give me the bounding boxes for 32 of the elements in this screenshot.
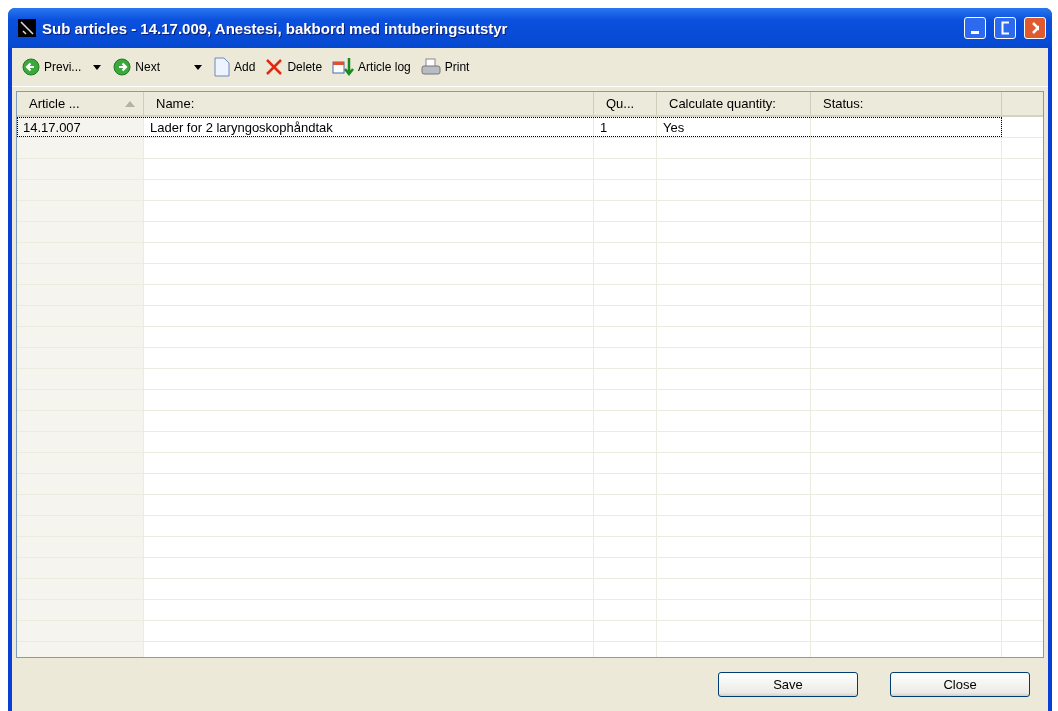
column-header[interactable]: Name:	[144, 92, 594, 115]
dropdown-caret-icon[interactable]	[194, 64, 203, 70]
maximize-button[interactable]	[994, 17, 1016, 39]
toolbar-button[interactable]: Previ...	[18, 56, 86, 78]
table-cell: 1	[594, 117, 657, 137]
save-button[interactable]: Save	[718, 672, 858, 697]
window-title: Sub articles - 14.17.009, Anestesi, bakbord med intuberingsutstyr	[42, 19, 509, 37]
minimize-icon	[971, 30, 979, 34]
column-header[interactable]: Qu...	[594, 92, 657, 115]
toolbar-button[interactable]: Article log	[328, 55, 415, 79]
toolbar-button[interactable]: Add	[210, 55, 260, 79]
toolbar-button[interactable]: Next	[109, 56, 165, 78]
column-header[interactable]: Calculate quantity:	[657, 92, 811, 115]
printer-icon	[420, 57, 441, 77]
column-header[interactable]: Article ...	[17, 92, 144, 115]
delete-icon	[265, 58, 284, 76]
maximize-icon	[1001, 21, 1009, 35]
calendar-arrow-icon	[332, 57, 355, 77]
toolbar-button[interactable]: Print	[416, 55, 474, 79]
close-button[interactable]: Close	[890, 672, 1030, 697]
table-cell: 14.17.007	[17, 117, 144, 137]
column-header[interactable]: Status:	[811, 92, 1002, 115]
dropdown-caret-icon[interactable]	[93, 64, 102, 70]
toolbar-button[interactable]: Delete	[261, 56, 327, 78]
table-cell: Lader for 2 laryngoskophåndtak	[144, 117, 594, 137]
table-cell: Yes	[657, 117, 811, 137]
app-icon	[18, 19, 36, 37]
table-row[interactable]: 14.17.007 Lader for 2 laryngoskophåndtak 1 Yes	[17, 117, 1002, 137]
page-icon	[214, 57, 231, 77]
close-icon	[1031, 21, 1039, 35]
close-button[interactable]	[1024, 17, 1046, 39]
minimize-button[interactable]	[964, 17, 986, 39]
